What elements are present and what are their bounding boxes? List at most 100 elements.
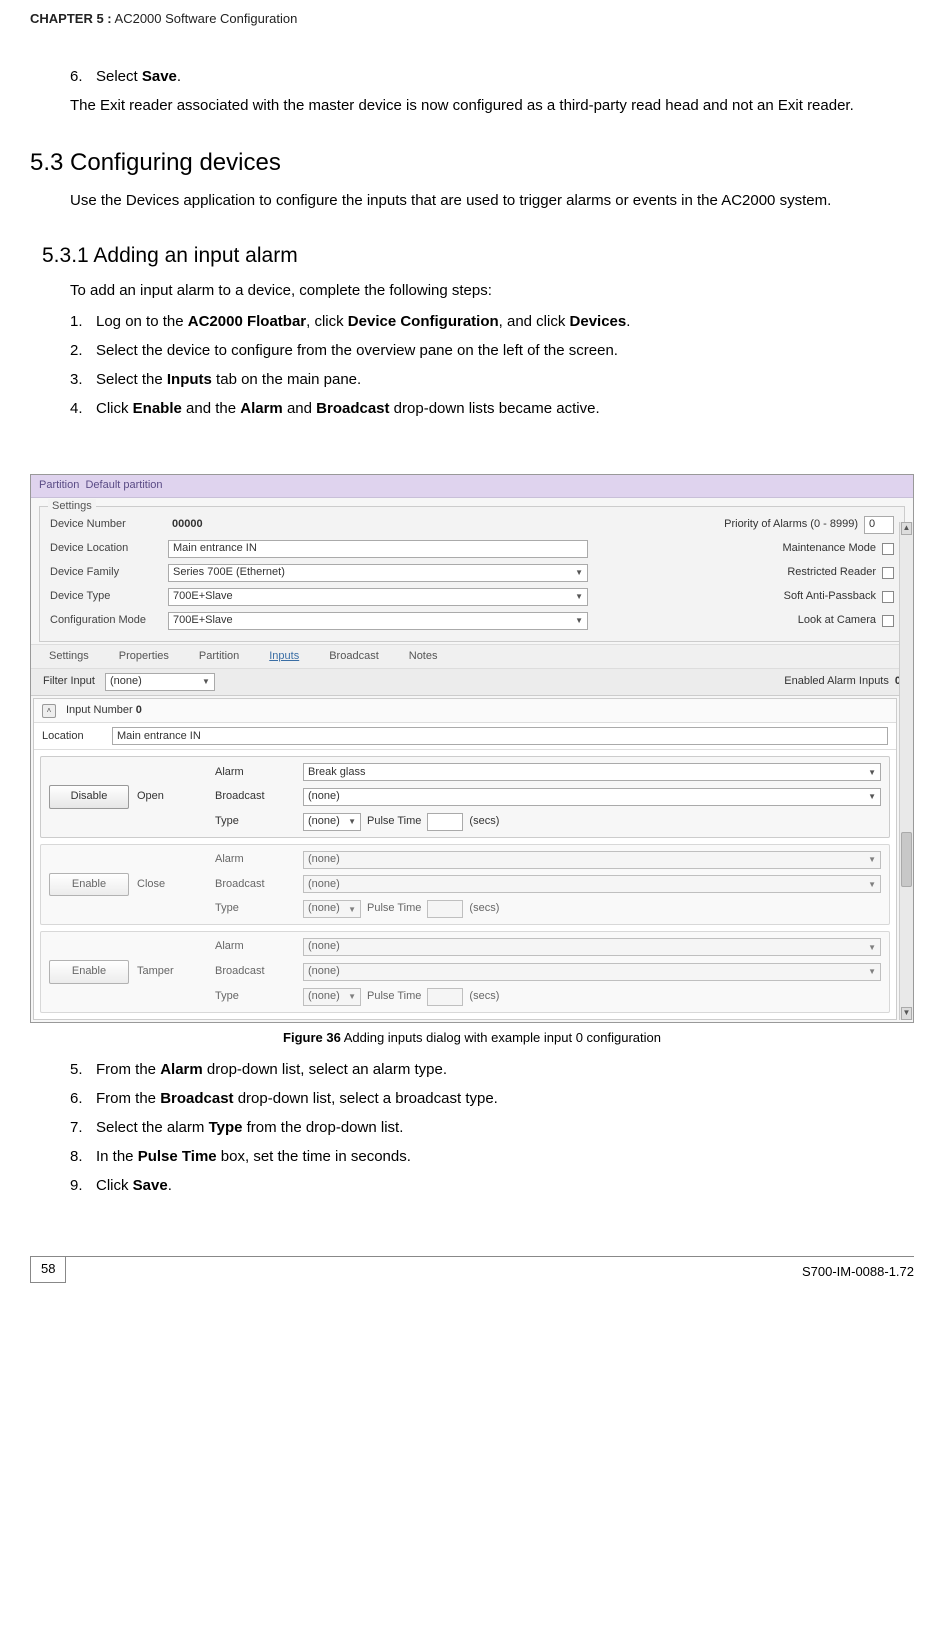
- document-id: S700-IM-0088-1.72: [802, 1263, 914, 1281]
- state-label: Close: [137, 877, 207, 892]
- label: (secs): [469, 989, 499, 1004]
- chevron-down-icon: ▼: [348, 991, 356, 1002]
- page-footer: 58 S700-IM-0088-1.72: [30, 1256, 914, 1283]
- label: Enabled Alarm Inputs: [784, 674, 889, 689]
- label: Type: [215, 989, 295, 1004]
- label: Input Number 0: [66, 703, 142, 718]
- label: Alarm: [215, 939, 295, 954]
- label: Device Number: [50, 517, 160, 532]
- label: Pulse Time: [367, 814, 421, 829]
- type-dropdown[interactable]: (none)▼: [303, 900, 361, 918]
- pulse-time-input[interactable]: [427, 988, 463, 1006]
- label: Device Location: [50, 541, 160, 556]
- step-text: Log on to the AC2000 Floatbar, click Dev…: [96, 311, 904, 332]
- device-family-dropdown[interactable]: Series 700E (Ethernet)▼: [168, 564, 588, 582]
- chevron-down-icon: ▼: [868, 854, 876, 865]
- label: Maintenance Mode: [782, 541, 876, 556]
- step-text: Select the alarm Type from the drop-down…: [96, 1117, 904, 1138]
- filter-input-dropdown[interactable]: (none)▼: [105, 673, 215, 691]
- alarm-dropdown[interactable]: Break glass▼: [303, 763, 881, 781]
- group-legend: Settings: [48, 499, 96, 514]
- step-number: 9.: [70, 1175, 96, 1196]
- chevron-down-icon: ▼: [868, 879, 876, 890]
- chevron-down-icon: ▼: [575, 615, 583, 626]
- chevron-down-icon: ▼: [348, 816, 356, 827]
- label: Priority of Alarms (0 - 8999): [724, 517, 858, 532]
- label: Type: [215, 814, 295, 829]
- type-dropdown[interactable]: (none)▼: [303, 813, 361, 831]
- step-text: Click Save.: [96, 1175, 904, 1196]
- vertical-scrollbar[interactable]: ▲ ▼: [899, 522, 913, 1020]
- chevron-down-icon: ▼: [575, 567, 583, 578]
- chevron-down-icon: ▼: [575, 591, 583, 602]
- step-number: 7.: [70, 1117, 96, 1138]
- step-number: 3.: [70, 369, 96, 390]
- step-text: Select the device to configure from the …: [96, 340, 904, 361]
- scroll-thumb[interactable]: [901, 832, 912, 887]
- label: Filter Input: [43, 674, 95, 689]
- tab-settings[interactable]: Settings: [49, 649, 89, 664]
- collapse-toggle[interactable]: ˄: [42, 704, 56, 718]
- chevron-down-icon: ▼: [868, 966, 876, 977]
- scroll-down-icon[interactable]: ▼: [901, 1007, 912, 1020]
- enable-button[interactable]: Enable: [49, 960, 129, 983]
- figure-caption: Figure 36 Adding inputs dialog with exam…: [30, 1029, 914, 1047]
- tab-partition[interactable]: Partition: [199, 649, 239, 664]
- device-location-input[interactable]: Main entrance IN: [168, 540, 588, 558]
- anti-passback-checkbox[interactable]: [882, 591, 894, 603]
- step-number: 4.: [70, 398, 96, 419]
- step-text: From the Alarm drop-down list, select an…: [96, 1059, 904, 1080]
- scroll-up-icon[interactable]: ▲: [901, 522, 912, 535]
- state-label: Tamper: [137, 964, 207, 979]
- tab-properties[interactable]: Properties: [119, 649, 169, 664]
- subsection-heading: 5.3.1 Adding an input alarm: [42, 241, 914, 270]
- pulse-time-input[interactable]: [427, 900, 463, 918]
- label: Device Type: [50, 589, 160, 604]
- chapter-header: CHAPTER 5 : AC2000 Software Configuratio…: [30, 10, 914, 28]
- disable-button[interactable]: Disable: [49, 785, 129, 808]
- page-number: 58: [30, 1256, 66, 1283]
- label: Restricted Reader: [787, 565, 876, 580]
- tab-bar: Settings Properties Partition Inputs Bro…: [31, 644, 913, 669]
- input-block-open: Alarm Break glass▼ Disable Open Broadcas…: [40, 756, 890, 837]
- step-text: In the Pulse Time box, set the time in s…: [96, 1146, 904, 1167]
- maintenance-mode-checkbox[interactable]: [882, 543, 894, 555]
- priority-input[interactable]: 0: [864, 516, 894, 534]
- chevron-down-icon: ▼: [868, 791, 876, 802]
- screenshot-dialog: Partition Default partition Settings Dev…: [30, 474, 914, 1022]
- paragraph: Use the Devices application to configure…: [70, 190, 904, 211]
- input-block-close: Alarm (none)▼ Enable Close Broadcast (no…: [40, 844, 890, 925]
- config-mode-dropdown[interactable]: 700E+Slave▼: [168, 612, 588, 630]
- label: Pulse Time: [367, 989, 421, 1004]
- look-camera-checkbox[interactable]: [882, 615, 894, 627]
- label: Look at Camera: [798, 613, 876, 628]
- broadcast-dropdown[interactable]: (none)▼: [303, 963, 881, 981]
- type-dropdown[interactable]: (none)▼: [303, 988, 361, 1006]
- step-number: 6.: [70, 66, 96, 87]
- input-block-tamper: Alarm (none)▼ Enable Tamper Broadcast (n…: [40, 931, 890, 1012]
- step-text: Select Save.: [96, 66, 904, 87]
- broadcast-dropdown[interactable]: (none)▼: [303, 875, 881, 893]
- tab-broadcast[interactable]: Broadcast: [329, 649, 379, 664]
- broadcast-dropdown[interactable]: (none)▼: [303, 788, 881, 806]
- enable-button[interactable]: Enable: [49, 873, 129, 896]
- tab-inputs[interactable]: Inputs: [269, 649, 299, 664]
- tab-notes[interactable]: Notes: [409, 649, 438, 664]
- pulse-time-input[interactable]: [427, 813, 463, 831]
- step-number: 5.: [70, 1059, 96, 1080]
- step-number: 8.: [70, 1146, 96, 1167]
- restricted-reader-checkbox[interactable]: [882, 567, 894, 579]
- location-input[interactable]: Main entrance IN: [112, 727, 888, 745]
- label: Type: [215, 901, 295, 916]
- label: Broadcast: [215, 877, 295, 892]
- step-text: From the Broadcast drop-down list, selec…: [96, 1088, 904, 1109]
- step-text: Select the Inputs tab on the main pane.: [96, 369, 904, 390]
- alarm-dropdown[interactable]: (none)▼: [303, 851, 881, 869]
- paragraph: To add an input alarm to a device, compl…: [70, 280, 904, 301]
- chevron-down-icon: ▼: [202, 676, 210, 687]
- device-type-dropdown[interactable]: 700E+Slave▼: [168, 588, 588, 606]
- label: Location: [42, 729, 102, 744]
- alarm-dropdown[interactable]: (none)▼: [303, 938, 881, 956]
- device-number-value: 00000: [168, 516, 207, 533]
- label: Soft Anti-Passback: [784, 589, 876, 604]
